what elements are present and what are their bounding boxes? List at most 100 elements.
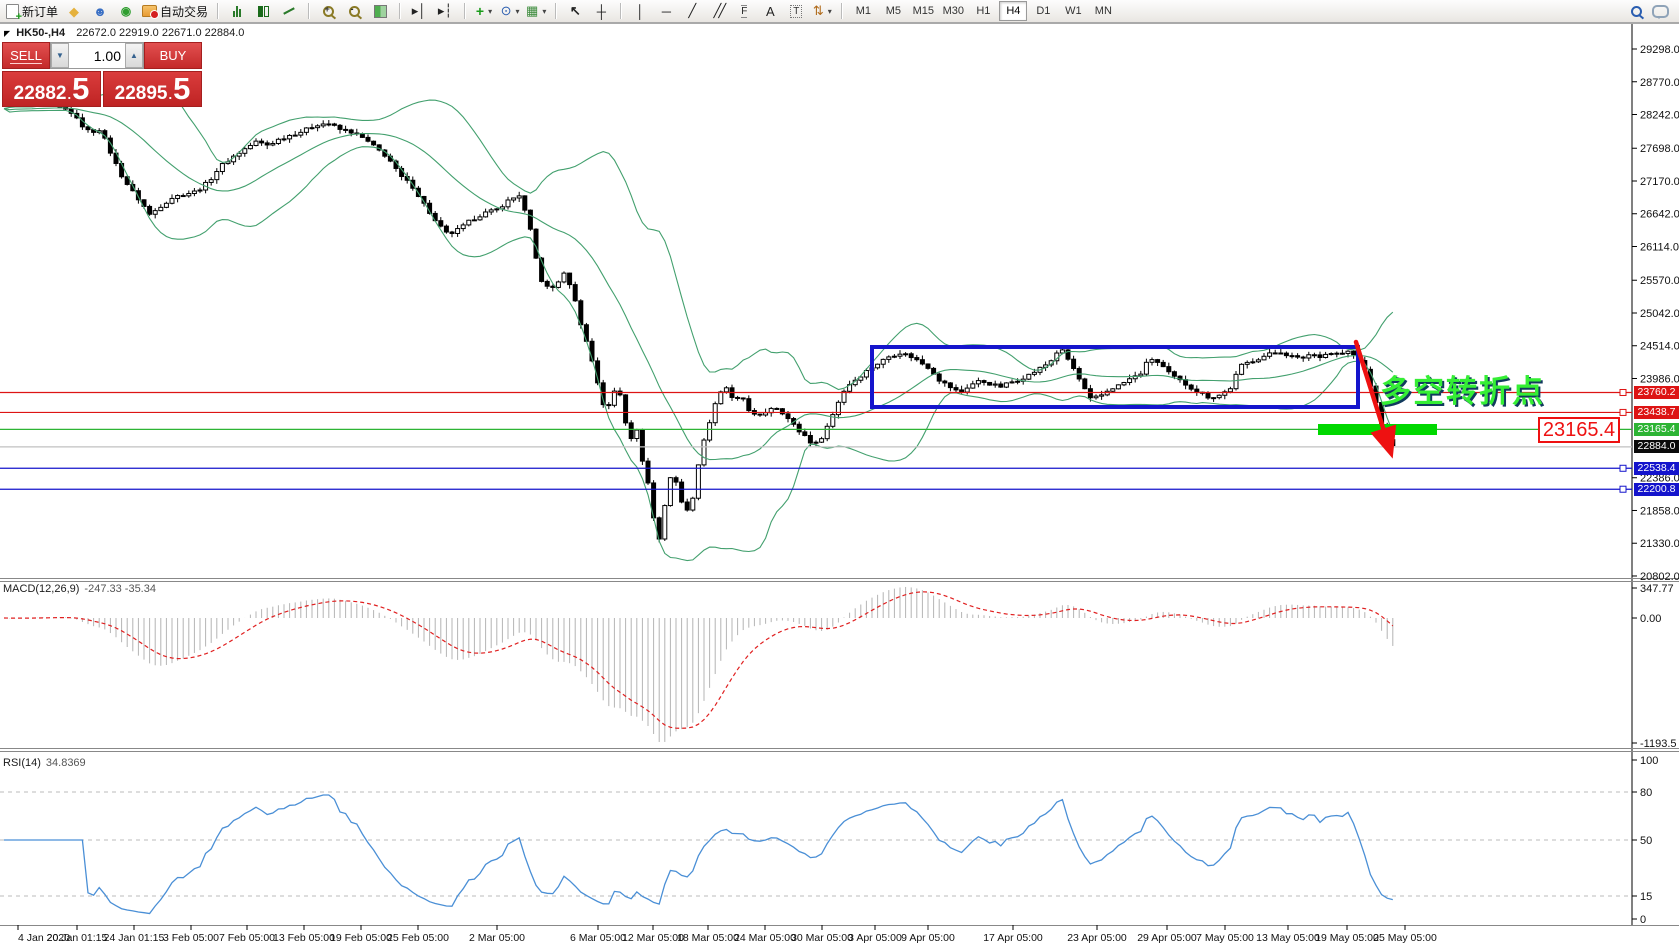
zoom-out-button[interactable]: - [341, 1, 367, 22]
channel-button[interactable]: ╱╱ [705, 1, 731, 22]
chart-shift-button[interactable]: ▸┆ [432, 1, 458, 22]
new-order-button[interactable]: + 新订单 [3, 1, 61, 22]
timeframe-button-h1[interactable]: H1 [969, 1, 997, 21]
text-icon: A [766, 4, 775, 19]
chevron-down-icon: ▾ [828, 7, 832, 16]
svg-text:347.77: 347.77 [1640, 583, 1674, 595]
templates-icon: ▦ [526, 3, 538, 19]
timeframe-button-m5[interactable]: M5 [879, 1, 907, 21]
timeframe-button-m1[interactable]: M1 [849, 1, 877, 21]
svg-text:26114.0: 26114.0 [1640, 241, 1679, 253]
svg-text:20802.0: 20802.0 [1640, 571, 1679, 583]
trendline-button[interactable]: ╱ [679, 1, 705, 22]
svg-text:29 Apr 05:00: 29 Apr 05:00 [1137, 932, 1197, 944]
timeframe-button-m15[interactable]: M15 [909, 1, 937, 21]
toolbar-right [1631, 5, 1679, 18]
level-callout-box: 23165.4 [1538, 417, 1620, 443]
chevron-down-icon: ▾ [488, 7, 492, 16]
chart-shift-icon: ▸┆ [438, 3, 452, 19]
virtual-hosting-button[interactable]: ☻ [87, 1, 113, 22]
svg-text:2 Mar 05:00: 2 Mar 05:00 [469, 932, 525, 944]
timeframe-button-w1[interactable]: W1 [1059, 1, 1087, 21]
timeframe-button-m30[interactable]: M30 [939, 1, 967, 21]
volume-input[interactable] [69, 43, 125, 68]
auto-trading-icon [142, 5, 157, 17]
tile-windows-button[interactable] [367, 1, 393, 22]
vertical-line-button[interactable]: │ [627, 1, 653, 22]
svg-text:24514.0: 24514.0 [1640, 341, 1679, 353]
svg-text:23 Apr 05:00: 23 Apr 05:00 [1067, 932, 1127, 944]
mql-community-button[interactable]: ◆ [61, 1, 87, 22]
text-label-button[interactable]: T [783, 1, 809, 22]
channel-icon: ╱╱ [714, 3, 724, 19]
timeframe-button-mn[interactable]: MN [1089, 1, 1117, 21]
text-button[interactable]: A [757, 1, 783, 22]
tile-windows-icon [374, 5, 387, 18]
volume-decrease-button[interactable]: ▼ [51, 43, 69, 68]
chevron-down-icon: ▾ [542, 7, 546, 16]
chat-icon[interactable] [1652, 5, 1669, 18]
svg-text:20 Jan 01:15: 20 Jan 01:15 [47, 932, 108, 944]
toolbar-group-scroll: ▸│ ▸┆ [403, 0, 461, 22]
toolbar-separator [620, 3, 621, 19]
candlestick-chart-button[interactable] [250, 1, 276, 22]
svg-text:-1193.5: -1193.5 [1640, 738, 1677, 750]
arrows-button[interactable]: ⇅▾ [809, 1, 835, 22]
indicators-button[interactable]: +▾ [471, 1, 497, 22]
timeframe-toolbar: M1M5M15M30H1H4D1W1MN [845, 0, 1121, 22]
volume-increase-button[interactable]: ▲ [125, 43, 143, 68]
new-order-label: 新订单 [22, 3, 58, 20]
fibonacci-icon: F [741, 5, 747, 18]
auto-trading-button[interactable]: 自动交易 [139, 1, 211, 22]
svg-text:6 Mar 05:00: 6 Mar 05:00 [570, 932, 626, 944]
turning-point-annotation: 多空转折点 [1380, 366, 1545, 411]
search-icon[interactable] [1631, 6, 1642, 17]
sell-button[interactable]: SELL [2, 42, 50, 69]
buy-button[interactable]: BUY [144, 42, 202, 69]
svg-text:0.00: 0.00 [1640, 613, 1661, 625]
svg-text:3 Apr 05:00: 3 Apr 05:00 [848, 932, 902, 944]
svg-text:15: 15 [1640, 891, 1652, 903]
svg-text:29298.0: 29298.0 [1640, 44, 1679, 56]
symbol-period-label: HK50-,H4 [16, 27, 65, 39]
periods-button[interactable]: ⊙▾ [497, 1, 523, 22]
bar-chart-icon [233, 5, 241, 17]
bar-chart-button[interactable] [224, 1, 250, 22]
crosshair-button[interactable]: ┼ [588, 1, 614, 22]
cursor-button[interactable]: ↖ [562, 1, 588, 22]
sell-price-tile[interactable]: 22882.5 [2, 71, 101, 107]
templates-button[interactable]: ▦▾ [523, 1, 549, 22]
macd-label: MACD(12,26,9)-247.33 -35.34 [3, 583, 156, 595]
chart-header: ◤ HK50-,H4 22672.0 22919.0 22671.0 22884… [4, 27, 244, 39]
fibonacci-button[interactable]: F [731, 1, 757, 22]
sell-label: SELL [10, 48, 42, 64]
timeframe-button-h4[interactable]: H4 [999, 1, 1027, 21]
virtual-hosting-icon: ☻ [93, 4, 108, 19]
candlestick-chart-icon [258, 5, 269, 18]
zoom-in-icon: + [323, 6, 334, 17]
horizontal-line-button[interactable]: ─ [653, 1, 679, 22]
zoom-out-icon: - [349, 6, 360, 17]
toolbar-group-lines: │ ─ ╱ ╱╱ F A T ⇅▾ [624, 0, 838, 22]
svg-text:24 Mar 05:00: 24 Mar 05:00 [734, 932, 796, 944]
buy-price: 22895 [115, 83, 168, 105]
horizontal-line-icon: ─ [662, 4, 671, 19]
timeframe-button-d1[interactable]: D1 [1029, 1, 1057, 21]
zoom-in-button[interactable]: + [315, 1, 341, 22]
price-level-badge: 22538.4 [1634, 462, 1679, 475]
auto-scroll-icon: ▸│ [412, 3, 427, 19]
signals-button[interactable]: ◉ [113, 1, 139, 22]
line-chart-button[interactable] [276, 1, 302, 22]
indicators-icon: + [476, 3, 484, 19]
time-axis-layer: 4 Jan 202020 Jan 01:1524 Jan 01:153 Feb … [18, 925, 1437, 944]
crosshair-icon: ┼ [597, 4, 606, 19]
svg-text:19 Feb 05:00: 19 Feb 05:00 [330, 932, 392, 944]
svg-text:12 Mar 05:00: 12 Mar 05:00 [622, 932, 684, 944]
symbol-marker-icon: ◤ [4, 29, 10, 38]
buy-price-tile[interactable]: 22895.5 [103, 71, 202, 107]
svg-text:26642.0: 26642.0 [1640, 209, 1679, 221]
auto-scroll-button[interactable]: ▸│ [406, 1, 432, 22]
toolbar: + 新订单 ◆ ☻ ◉ 自动交易 [0, 0, 1679, 23]
chevron-down-icon: ▾ [515, 7, 519, 16]
chart-canvas[interactable]: 29298.028770.028242.027698.027170.026642… [0, 0, 1679, 947]
